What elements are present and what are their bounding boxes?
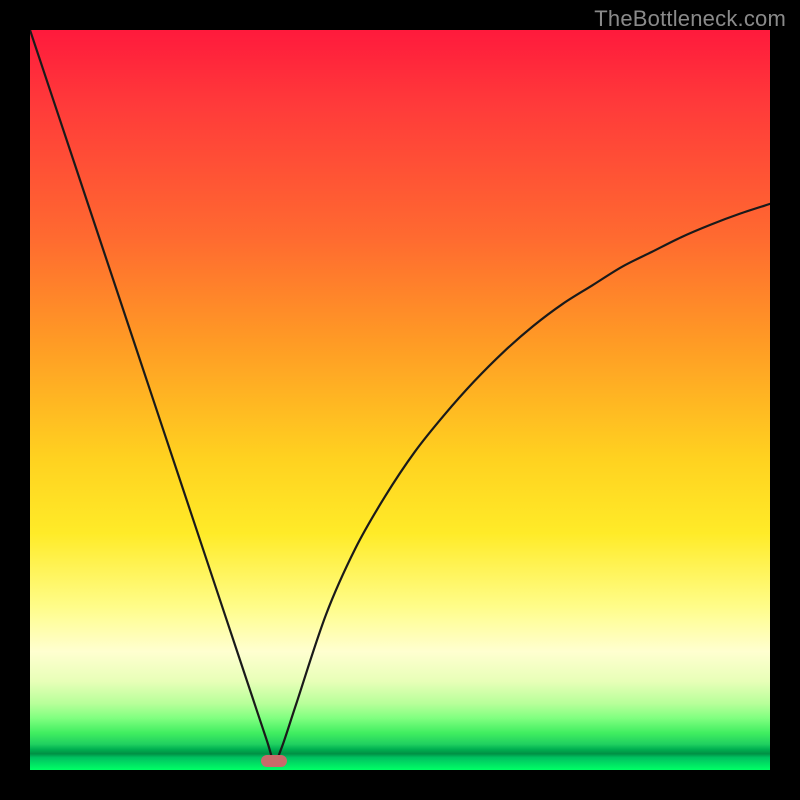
chart-frame [30,30,770,770]
attribution-text: TheBottleneck.com [594,6,786,32]
min-marker [261,755,287,767]
bottleneck-curve [30,30,770,770]
